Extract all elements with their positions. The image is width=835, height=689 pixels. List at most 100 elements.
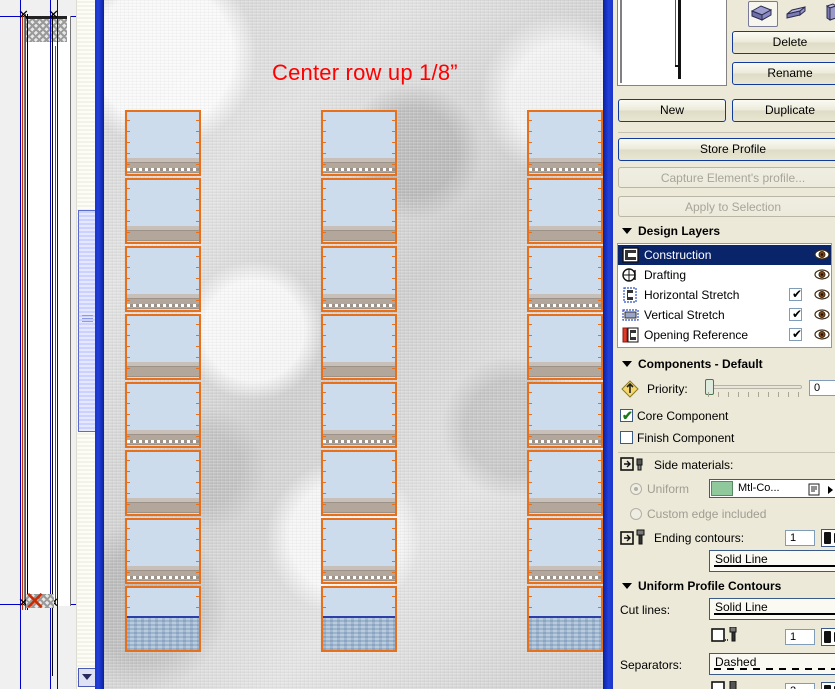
eye-icon[interactable] [814, 249, 830, 260]
line-preview-solid [714, 565, 835, 567]
sash-tick [529, 188, 532, 189]
window-panel[interactable] [321, 382, 397, 448]
window-panel[interactable] [527, 382, 603, 448]
eye-icon[interactable] [814, 329, 830, 340]
sash-tick [392, 131, 395, 132]
sash-tick [323, 131, 326, 132]
tool-column-solid[interactable] [818, 1, 835, 27]
side-material-picker[interactable]: Mtl-Co... [709, 479, 835, 498]
window-panel[interactable] [125, 586, 201, 652]
sash-tick [127, 596, 130, 597]
uniform-contours-disclosure-icon[interactable] [622, 583, 632, 589]
separators-pen-button[interactable] [821, 682, 835, 689]
window-panel[interactable] [321, 110, 397, 176]
ending-contours-line-dropdown[interactable]: Solid Line [709, 550, 835, 572]
layer-row-drafting[interactable]: Drafting [618, 265, 831, 285]
layer-row-opening-reference[interactable]: Opening Reference ✔ [618, 325, 831, 345]
components-disclosure-icon[interactable] [622, 361, 632, 367]
finish-component-checkbox[interactable] [620, 431, 633, 444]
tool-extrude-solid[interactable] [748, 1, 778, 27]
material-color-swatch [711, 481, 733, 496]
duplicate-button[interactable]: Duplicate [732, 99, 835, 122]
sash-tick [598, 221, 601, 222]
window-panel[interactable] [321, 178, 397, 244]
apply-to-selection-button[interactable]: Apply to Selection [618, 196, 835, 217]
priority-value-field[interactable]: 0 [809, 380, 835, 396]
wall-hatch-top [26, 18, 67, 42]
store-profile-button[interactable]: Store Profile [618, 138, 835, 161]
window-panel[interactable] [527, 246, 603, 312]
layer-row-horizontal-stretch[interactable]: Horizontal Stretch ✔ [618, 285, 831, 305]
scrollbar-thumb[interactable] [78, 210, 95, 432]
sash-tick [127, 493, 130, 494]
window-panel[interactable] [125, 110, 201, 176]
window-panel[interactable] [125, 246, 201, 312]
window-panel[interactable] [527, 110, 603, 176]
sash-tick [323, 425, 326, 426]
profile-settings-palette[interactable]: Delete Rename New Duplicate Store Profil… [613, 0, 835, 689]
window-panel[interactable] [125, 450, 201, 516]
sash-tick [598, 188, 601, 189]
window-panel[interactable] [321, 586, 397, 652]
custom-edge-radio[interactable] [630, 508, 642, 520]
annotation-text: Center row up 1/8” [272, 60, 458, 85]
capture-profile-button[interactable]: Capture Element's profile... [618, 167, 835, 188]
layer-row-vertical-stretch[interactable]: Vertical Stretch ✔ [618, 305, 831, 325]
eye-icon[interactable] [814, 289, 830, 300]
window-panel[interactable] [527, 450, 603, 516]
separators-dropdown[interactable]: Dashed [709, 653, 835, 675]
design-layers-disclosure-icon[interactable] [622, 228, 632, 234]
sash-tick [529, 414, 532, 415]
profile-preview[interactable] [617, 0, 727, 86]
window-panel[interactable] [321, 314, 397, 380]
layer-row-construction[interactable]: Construction [618, 245, 831, 265]
separators-label: Separators: [620, 658, 683, 672]
scrollbar-grip [82, 315, 93, 322]
layer-checkbox[interactable]: ✔ [789, 288, 802, 301]
layer-checkbox[interactable]: ✔ [789, 308, 802, 321]
delete-button[interactable]: Delete [732, 31, 835, 54]
sash-tick [196, 493, 199, 494]
cad-section-view[interactable]: ✕ ✕ ✕ ✕ ✕ [0, 0, 95, 689]
ending-contours-pen-button[interactable] [821, 529, 835, 547]
rename-button[interactable]: Rename [732, 62, 835, 85]
layer-checkbox[interactable]: ✔ [789, 328, 802, 341]
window-panel[interactable] [125, 314, 201, 380]
sash-dashed-separator [127, 168, 199, 171]
sash-tick [529, 300, 532, 301]
window-panel[interactable] [527, 178, 603, 244]
priority-slider-track[interactable] [707, 385, 802, 389]
sash-tick [323, 357, 326, 358]
window-panel[interactable] [125, 518, 201, 584]
eye-icon[interactable] [814, 269, 830, 280]
section-scrollbar[interactable] [76, 0, 95, 689]
cut-lines-dropdown[interactable]: Solid Line [709, 598, 835, 620]
sash-tick [127, 357, 130, 358]
sash-tick [127, 120, 130, 121]
window-panel[interactable] [527, 314, 603, 380]
window-panel[interactable] [321, 246, 397, 312]
core-component-checkbox[interactable]: ✔ [620, 408, 633, 423]
sash-tick [392, 550, 395, 551]
cut-lines-pen-field[interactable]: 1 [785, 629, 815, 645]
window-panel[interactable] [527, 586, 603, 652]
window-panel[interactable] [125, 178, 201, 244]
cut-lines-pen-button[interactable] [821, 628, 835, 646]
window-panel[interactable] [527, 518, 603, 584]
window-panel[interactable] [125, 382, 201, 448]
separators-pen-field[interactable]: 2 [785, 683, 815, 689]
ending-contours-pen-field[interactable]: 1 [785, 530, 815, 546]
tool-bar-solid[interactable] [783, 1, 813, 27]
drawing-canvas[interactable]: Center row up 1/8” [104, 0, 603, 689]
design-layers-list[interactable]: Construction Drafting Horizontal Stretch ✔ V… [617, 243, 832, 348]
scroll-down-button[interactable] [78, 668, 95, 687]
sash-tick [529, 572, 532, 573]
window-panel[interactable] [321, 450, 397, 516]
red-reference-line-left-2 [25, 14, 26, 610]
new-button[interactable]: New [618, 99, 726, 122]
priority-label: Priority: [647, 382, 688, 396]
uniform-radio[interactable] [630, 483, 642, 495]
window-panel[interactable] [321, 518, 397, 584]
sash-tick [127, 482, 130, 483]
eye-icon[interactable] [814, 309, 830, 320]
